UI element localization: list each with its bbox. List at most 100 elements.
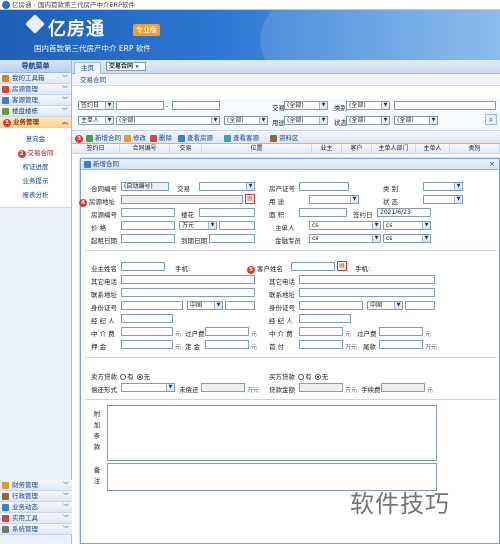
status-select[interactable]: (全部) ▼ xyxy=(346,116,390,125)
cert-input[interactable] xyxy=(299,182,349,191)
main-person-select[interactable]: cs ▼ xyxy=(309,221,381,230)
house-addr-input[interactable] xyxy=(121,195,243,204)
submenu-contract[interactable]: 2 交易合同 xyxy=(0,146,71,160)
use-select[interactable]: ▼ xyxy=(309,195,359,204)
seller-loan-yes-radio[interactable] xyxy=(120,374,127,380)
client-picker-icon[interactable]: ▤ xyxy=(337,261,347,271)
owner-addr-input[interactable] xyxy=(121,288,255,297)
contract-no-input[interactable]: (自动编号) xyxy=(121,182,169,191)
col-owner[interactable]: 业主 xyxy=(312,144,342,154)
sign-date-input[interactable]: 2021/6/23 xyxy=(377,208,431,217)
extra-select-2[interactable]: (全部) ▼ xyxy=(394,116,438,125)
owner-id-extra[interactable] xyxy=(225,301,255,310)
loan-amount-input[interactable] xyxy=(299,383,343,392)
close-icon[interactable]: × xyxy=(489,159,495,170)
search-button[interactable]: ⌕ xyxy=(485,114,497,125)
submenu-tips[interactable]: 业务提示 xyxy=(0,174,71,188)
date-to-input[interactable] xyxy=(172,101,220,110)
client-agency-fee-input[interactable] xyxy=(299,327,343,336)
owner-other-phone-input[interactable] xyxy=(121,275,255,284)
client-other-phone-input[interactable] xyxy=(299,275,435,284)
delete-button[interactable]: 删除 xyxy=(150,133,172,143)
client-input[interactable] xyxy=(291,262,335,271)
sidebar-item-admin[interactable]: 行政管理 ︾ xyxy=(0,491,72,502)
sidebar-item-business[interactable]: 1 业务管理 ︽ xyxy=(0,117,71,128)
price-extra-input[interactable] xyxy=(219,221,255,230)
due-date-input[interactable] xyxy=(209,234,255,243)
attach-textarea[interactable] xyxy=(107,405,437,461)
extra-select[interactable]: (全部) ▼ xyxy=(224,116,268,125)
unpaid-input[interactable] xyxy=(201,383,245,392)
info-button[interactable]: 资料区 xyxy=(270,133,299,143)
add-contract-button[interactable]: 新增合同 xyxy=(86,133,121,143)
sidebar-item-building[interactable]: 楼盘楼栋 ︾ xyxy=(0,106,71,117)
buyer-loan-no-radio[interactable] xyxy=(314,374,321,380)
tab-home[interactable]: 主页 xyxy=(74,62,101,74)
close-icon[interactable]: × xyxy=(135,64,139,70)
buyer-loan-yes-radio[interactable] xyxy=(298,374,305,380)
handling-fee-input[interactable] xyxy=(381,383,425,392)
client-id-input[interactable] xyxy=(299,301,363,310)
seller-loan-no-radio[interactable] xyxy=(136,374,143,380)
house-picker-icon[interactable]: ▤ xyxy=(245,194,255,204)
price-input[interactable] xyxy=(121,221,175,230)
main-person-select-2[interactable]: cs ▼ xyxy=(383,221,431,230)
trade-select[interactable]: (全部) ▼ xyxy=(284,101,328,110)
finance-select-2[interactable]: cs ▼ xyxy=(383,234,431,243)
category-select[interactable]: (全部) ▼ xyxy=(346,101,390,110)
party-field-select[interactable]: 主单人 ▼ xyxy=(78,116,114,125)
col-category[interactable]: 类别 xyxy=(450,144,500,154)
use-select[interactable]: (全部) ▼ xyxy=(284,116,328,125)
price-unit-select[interactable]: 万元 ▼ xyxy=(179,221,217,230)
col-dept[interactable]: 主单人部门 xyxy=(372,144,416,154)
view-house-button[interactable]: 查看房源 xyxy=(178,133,213,143)
sidebar-item-house[interactable]: 房源管理 ︾ xyxy=(0,84,71,95)
client-id-extra[interactable] xyxy=(405,301,435,310)
first-pay-input[interactable] xyxy=(299,340,343,349)
status-select[interactable]: ▼ xyxy=(423,195,463,204)
owner-input[interactable] xyxy=(121,262,165,271)
owner-agent-input[interactable] xyxy=(121,314,173,323)
owner-agency-fee-input[interactable] xyxy=(121,327,173,336)
tail-input[interactable] xyxy=(379,340,423,349)
col-contract-no[interactable]: 合同编号 xyxy=(120,144,170,154)
sidebar-item-finance[interactable]: 财务管理 ︾ xyxy=(0,480,72,491)
sidebar-item-system[interactable]: 系统管理 ︾ xyxy=(0,524,72,535)
view-client-button[interactable]: 查看客源 xyxy=(224,133,259,143)
house-no-input[interactable] xyxy=(121,208,175,217)
party-select[interactable]: (全部) ▼ xyxy=(116,116,220,125)
area-input[interactable] xyxy=(299,208,347,217)
client-transfer-input[interactable] xyxy=(379,327,423,336)
finance-select[interactable]: cs ▼ xyxy=(309,234,381,243)
repay-select[interactable]: ▼ xyxy=(121,383,175,392)
client-country-select[interactable]: 中国 ▼ xyxy=(367,301,403,310)
col-trade[interactable]: 交易 xyxy=(170,144,202,154)
owner-transfer-input[interactable] xyxy=(205,327,249,336)
trade-select[interactable]: ▼ xyxy=(199,182,255,191)
owner-id-input[interactable] xyxy=(121,301,183,310)
date-from-input[interactable] xyxy=(116,101,164,110)
submenu-report[interactable]: 报表分析 xyxy=(0,188,71,202)
sidebar-item-client[interactable]: 客源管理 ︾ xyxy=(0,95,71,106)
col-main-person[interactable]: 主单人 xyxy=(416,144,450,154)
col-sign-date[interactable]: 签约日 xyxy=(72,144,120,154)
client-addr-input[interactable] xyxy=(299,288,435,297)
floor-input[interactable] xyxy=(199,208,255,217)
keyword-input[interactable] xyxy=(394,101,496,110)
sidebar-item-toolbox[interactable]: 我的工具箱 ︾ xyxy=(0,73,71,84)
date-field-select[interactable]: 签约日 ▼ xyxy=(78,101,114,110)
client-agent-input[interactable] xyxy=(299,314,351,323)
owner-country-select[interactable]: 中国 ▼ xyxy=(187,301,223,310)
down-payment-input[interactable] xyxy=(205,340,249,349)
edit-button[interactable]: 修改 xyxy=(124,133,146,143)
start-date-input[interactable] xyxy=(121,234,175,243)
col-client[interactable]: 客户 xyxy=(342,144,372,154)
sidebar-item-news[interactable]: 业务动态 ︾ xyxy=(0,502,72,513)
category-select[interactable]: ▼ xyxy=(423,182,463,191)
sidebar-item-tools[interactable]: 实用工具 ︾ xyxy=(0,513,72,524)
deposit-input[interactable] xyxy=(121,340,173,349)
tab-contract[interactable]: 交易合同 × xyxy=(106,62,147,71)
submenu-cert-progress[interactable]: 权证进度 xyxy=(0,160,71,174)
col-location[interactable]: 位置 xyxy=(202,144,312,154)
submenu-deposit[interactable]: 意向金 xyxy=(0,132,71,146)
